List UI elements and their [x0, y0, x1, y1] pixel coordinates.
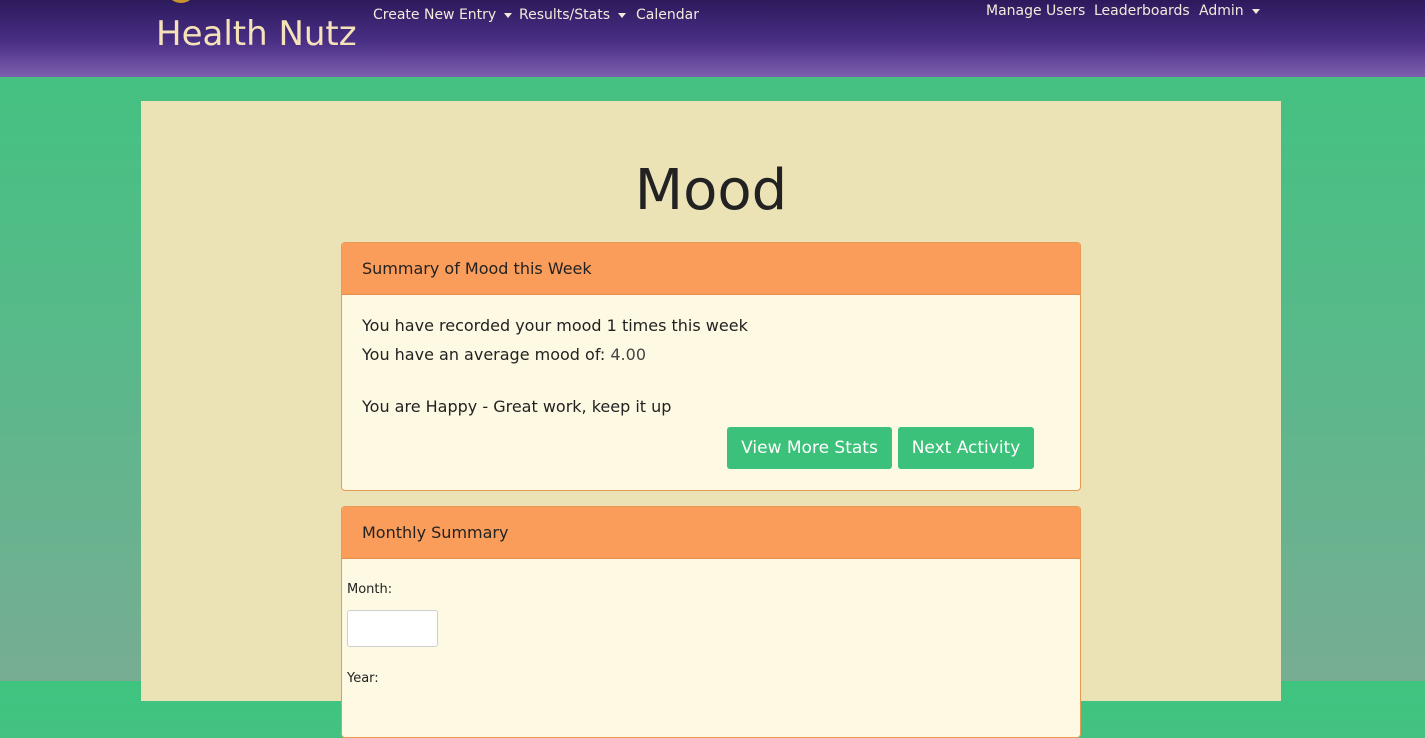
nav-create-new-entry[interactable]: Create New Entry: [373, 6, 513, 24]
navbar: Health Nutz Create New Entry Results/Sta…: [0, 0, 1425, 77]
view-more-stats-button[interactable]: View More Stats: [727, 427, 892, 469]
average-mood-line: You have an average mood of: 4.00: [362, 344, 646, 366]
average-mood-label: You have an average mood of:: [362, 345, 606, 364]
main-container: Mood Summary of Mood this Week You have …: [141, 101, 1281, 738]
next-activity-button[interactable]: Next Activity: [898, 427, 1034, 469]
caret-down-icon: [1251, 8, 1260, 14]
mood-status-text: You are Happy - Great work, keep it up: [362, 397, 672, 416]
page-title: Mood: [634, 158, 788, 223]
monthly-summary-header: Monthly Summary: [342, 507, 1080, 559]
nav-create-new-entry-label: Create New Entry: [373, 7, 497, 23]
year-label: Year:: [347, 671, 379, 686]
average-mood-value: 4.00: [610, 345, 646, 364]
nav-leaderboards[interactable]: Leaderboards: [1094, 2, 1190, 20]
month-label: Month:: [347, 582, 393, 597]
nav-admin[interactable]: Admin: [1199, 2, 1260, 20]
brand-name[interactable]: Health Nutz: [156, 14, 357, 54]
nav-results-stats-label: Results/Stats: [519, 7, 611, 23]
nav-admin-label: Admin: [1199, 3, 1244, 19]
sun-logo-icon: [166, 0, 196, 3]
nav-calendar[interactable]: Calendar: [636, 6, 699, 24]
caret-down-icon: [504, 12, 513, 18]
nav-leaderboards-label: Leaderboards: [1094, 3, 1190, 19]
weekly-summary-header: Summary of Mood this Week: [342, 243, 1080, 295]
caret-down-icon: [618, 12, 627, 18]
weekly-summary-card: Summary of Mood this Week You have recor…: [341, 242, 1081, 491]
recorded-count-text: You have recorded your mood 1 times this…: [362, 316, 748, 335]
nav-manage-users-label: Manage Users: [986, 3, 1086, 19]
nav-results-stats[interactable]: Results/Stats: [519, 6, 627, 24]
nav-manage-users[interactable]: Manage Users: [986, 2, 1085, 20]
monthly-summary-card: Monthly Summary Month: Year:: [341, 506, 1081, 738]
month-input[interactable]: [347, 610, 438, 647]
nav-calendar-label: Calendar: [636, 7, 699, 23]
